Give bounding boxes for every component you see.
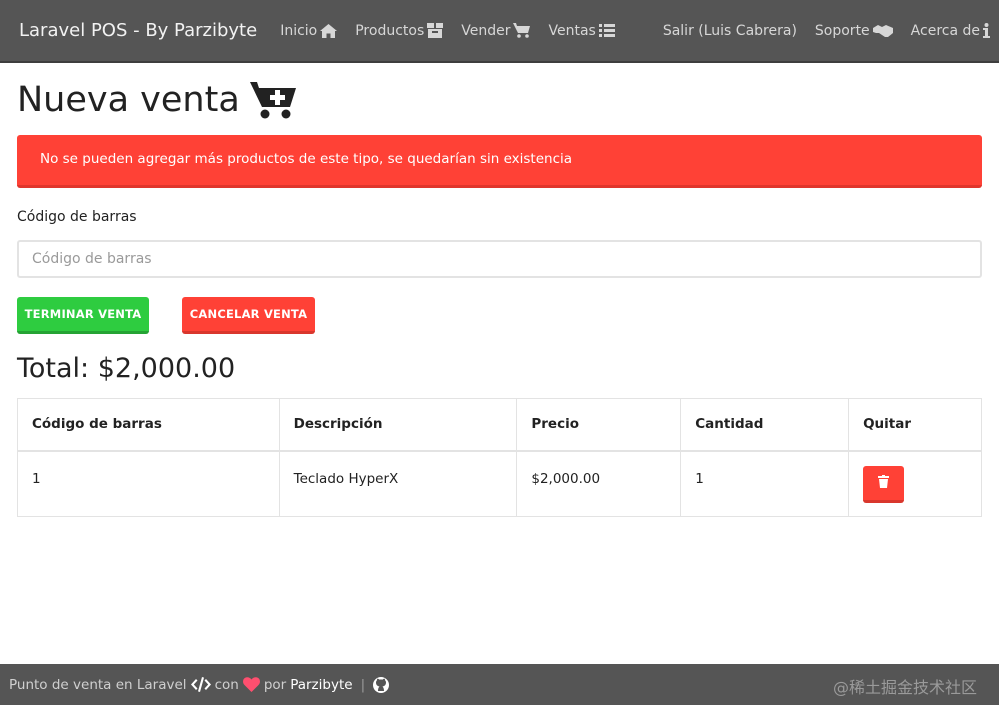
nav-item-label: Inicio	[280, 22, 318, 39]
footer-con: con	[214, 676, 239, 693]
home-icon	[320, 23, 338, 38]
header-barcode: Código de barras	[17, 398, 280, 452]
handshake-icon	[872, 24, 893, 38]
cart-plus-icon	[513, 23, 531, 38]
table-header-row: Código de barras Descripción Precio Cant…	[17, 398, 982, 452]
nav-item-label: Ventas	[548, 22, 596, 39]
footer-prefix: Punto de venta en Laravel	[9, 676, 187, 693]
watermark: @稀土掘金技术社区	[832, 678, 977, 697]
nav-item-label: Acerca de	[910, 22, 980, 39]
nav-item-inicio[interactable]: Inicio	[271, 23, 346, 39]
code-icon	[190, 677, 211, 692]
footer-por: por	[263, 676, 287, 693]
products-table: Código de barras Descripción Precio Cant…	[17, 398, 982, 517]
header-quantity: Cantidad	[680, 398, 850, 452]
header-description: Descripción	[278, 398, 518, 452]
page-title-text: Nueva venta	[17, 80, 240, 120]
cell-barcode: 1	[17, 450, 280, 517]
barcode-label: Código de barras	[17, 209, 137, 225]
brand-title[interactable]: Laravel POS - By Parzibyte	[19, 20, 257, 41]
top-navbar: Laravel POS - By Parzibyte Inicio Produc…	[0, 0, 999, 63]
header-price: Precio	[516, 398, 682, 452]
nav-left: Inicio Productos Vender Ventas	[271, 23, 624, 39]
cart-plus-icon	[249, 81, 296, 119]
header-remove: Quitar	[848, 398, 982, 452]
page-title: Nueva venta	[17, 80, 296, 120]
barcode-input[interactable]	[17, 240, 982, 278]
trash-icon	[878, 474, 890, 491]
nav-right: Salir (Luis Cabrera) Soporte Acerca de	[654, 23, 999, 39]
heart-icon	[242, 677, 260, 692]
box-icon	[427, 23, 444, 38]
nav-item-vender[interactable]: Vender	[452, 23, 539, 39]
list-icon	[598, 24, 615, 37]
finish-sale-button[interactable]: TERMINAR VENTA	[17, 297, 149, 334]
nav-item-salir[interactable]: Salir (Luis Cabrera)	[654, 23, 806, 39]
nav-item-soporte[interactable]: Soporte	[806, 23, 902, 39]
cell-remove	[848, 450, 982, 517]
remove-item-button[interactable]	[863, 465, 905, 503]
nav-item-ventas[interactable]: Ventas	[539, 23, 623, 39]
nav-item-productos[interactable]: Productos	[346, 23, 452, 39]
nav-item-label: Salir (Luis Cabrera)	[662, 22, 797, 39]
nav-item-label: Soporte	[814, 22, 870, 39]
nav-item-label: Productos	[355, 22, 425, 39]
github-icon[interactable]	[373, 676, 390, 693]
cell-description: Teclado HyperX	[278, 450, 518, 517]
nav-item-label: Vender	[461, 22, 511, 39]
table-row: 1 Teclado HyperX $2,000.00 1	[17, 450, 982, 517]
cancel-sale-button[interactable]: CANCELAR VENTA	[182, 297, 315, 334]
author-link[interactable]: Parzibyte	[290, 677, 352, 693]
sale-total: Total: $2,000.00	[17, 353, 236, 384]
footer-separator: |	[360, 676, 366, 693]
info-icon	[983, 23, 990, 38]
nav-item-acerca[interactable]: Acerca de	[902, 23, 999, 39]
cell-quantity: 1	[680, 450, 850, 517]
cell-price: $2,000.00	[516, 450, 682, 517]
error-alert: No se pueden agregar más productos de es…	[17, 135, 982, 188]
